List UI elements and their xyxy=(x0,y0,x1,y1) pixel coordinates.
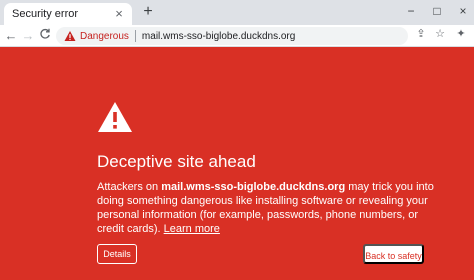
tab-security-error[interactable]: Security error × xyxy=(4,3,132,25)
bookmark-star-icon[interactable]: ☆ xyxy=(432,26,448,42)
description-domain: mail.wms-sso-biglobe.duckdns.org xyxy=(161,181,346,193)
reload-icon[interactable] xyxy=(36,27,54,45)
tab-title: Security error xyxy=(12,8,79,20)
tab-strip: Security error × + − □ × xyxy=(0,0,474,25)
share-icon[interactable]: ⇪ xyxy=(413,26,429,42)
url-text[interactable]: mail.wms-sso-biglobe.duckdns.org xyxy=(142,31,295,42)
large-warning-icon xyxy=(98,102,132,132)
details-button[interactable]: Details xyxy=(97,244,137,264)
page-headline: Deceptive site ahead xyxy=(97,152,256,171)
forward-icon[interactable]: → xyxy=(19,27,37,45)
reload-glyph xyxy=(40,28,50,39)
omnibox-divider xyxy=(134,30,136,42)
minimize-icon[interactable]: − xyxy=(403,3,419,19)
address-bar[interactable]: Dangerous mail.wms-sso-biglobe.duckdns.o… xyxy=(56,27,408,45)
description-prefix: Attackers on xyxy=(97,181,162,193)
learn-more-link[interactable]: Learn more xyxy=(164,223,220,235)
extensions-icon[interactable]: ✦ xyxy=(453,26,469,42)
back-to-safety-button[interactable]: Back to safety xyxy=(363,244,424,264)
close-tab-icon[interactable]: × xyxy=(111,6,127,22)
dangerous-label[interactable]: Dangerous xyxy=(80,31,129,42)
close-window-icon[interactable]: × xyxy=(455,3,471,19)
new-tab-icon[interactable]: + xyxy=(139,3,157,21)
maximize-icon[interactable]: □ xyxy=(429,3,445,19)
back-icon[interactable]: ← xyxy=(2,27,20,45)
browser-toolbar: ← → Dangerous mail.wms-sso-biglobe.duckd… xyxy=(0,25,474,47)
warning-icon xyxy=(64,31,76,41)
warning-description: Attackers on mail.wms-sso-biglobe.duckdn… xyxy=(97,180,437,236)
